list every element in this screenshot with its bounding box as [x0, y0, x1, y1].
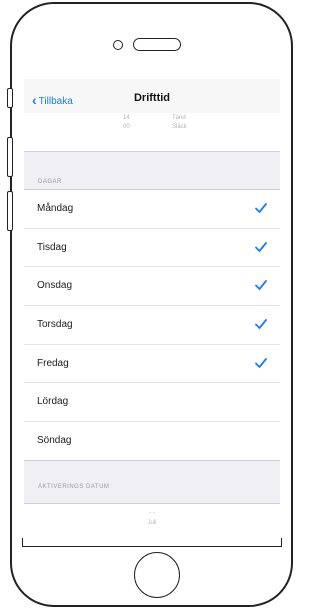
- picker-value: 14: [123, 115, 130, 121]
- checkmark-icon: [255, 241, 267, 252]
- day-row-wednesday[interactable]: Onsdag: [24, 267, 280, 307]
- day-row-saturday[interactable]: Lördag: [24, 383, 280, 423]
- date-picker[interactable]: - - Juli: [24, 503, 280, 539]
- day-row-tuesday[interactable]: Tisdag: [24, 229, 280, 268]
- days-list: Måndag Tisdag Onsdag Torsdag Fredag Lörd…: [24, 189, 280, 461]
- volume-up-button: [7, 137, 13, 177]
- day-label: Onsdag: [37, 280, 73, 292]
- day-label: Måndag: [37, 203, 74, 214]
- day-label: Fredag: [37, 357, 69, 369]
- volume-down-button: [7, 191, 13, 231]
- navigation-bar: ‹ Tillbaka Drifttid: [24, 79, 280, 113]
- day-row-sunday[interactable]: Söndag: [24, 422, 280, 460]
- day-row-thursday[interactable]: Torsdag: [24, 306, 280, 345]
- checkmark-icon: [255, 280, 267, 291]
- day-label: Söndag: [37, 435, 72, 447]
- days-section-header: DAGAR: [38, 179, 62, 185]
- day-label: Tisdag: [37, 241, 67, 253]
- screen-bottom-edge: [22, 538, 282, 547]
- day-label: Torsdag: [37, 319, 73, 331]
- checkmark-icon: [255, 357, 267, 368]
- picker-value: 00: [123, 124, 130, 130]
- front-camera: [113, 40, 123, 50]
- day-label: Lördag: [37, 396, 69, 408]
- picker-value: Juli: [147, 520, 157, 526]
- picker-value: - -: [149, 510, 155, 516]
- picker-value: Tänd: [172, 115, 186, 121]
- day-row-friday[interactable]: Fredag: [24, 345, 280, 384]
- page-title: Drifttid: [133, 92, 171, 104]
- checkmark-icon: [255, 203, 267, 213]
- picker-value: Släck: [172, 124, 187, 130]
- dates-section-header: AKTIVERINGS DATUM: [38, 484, 110, 490]
- speaker-grille: [133, 38, 181, 51]
- app-screen: ‹ Tillbaka Drifttid 14 00 Tänd Släck DAGA…: [24, 79, 280, 539]
- mute-switch: [7, 88, 13, 108]
- checkmark-icon: [255, 319, 267, 329]
- home-button[interactable]: [134, 552, 180, 598]
- time-picker[interactable]: 14 00 Tänd Släck: [24, 113, 280, 152]
- day-row-monday[interactable]: Måndag: [24, 190, 280, 229]
